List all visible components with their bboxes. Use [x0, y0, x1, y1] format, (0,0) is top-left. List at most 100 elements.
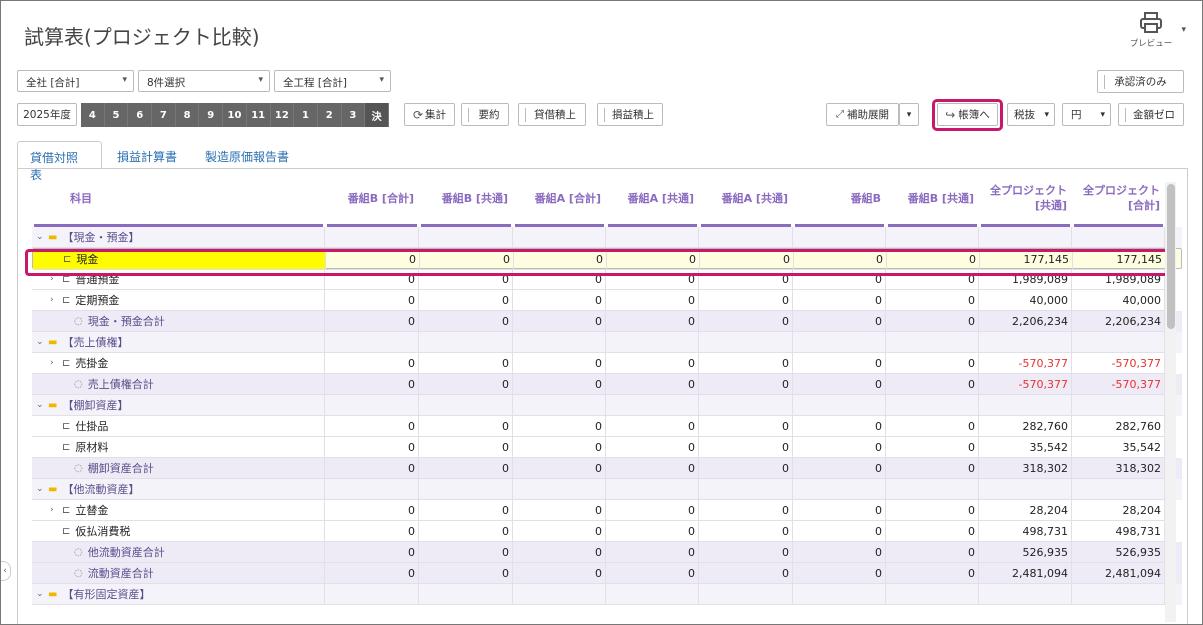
amount-cell[interactable]: 0: [514, 249, 607, 270]
aux-expand-button[interactable]: ⤢ 補助展開: [826, 103, 899, 126]
amount-cell[interactable]: -570,377: [1072, 353, 1165, 374]
amount-cell[interactable]: 0: [699, 563, 793, 584]
amount-cell[interactable]: 526,935: [1072, 542, 1165, 563]
amount-cell[interactable]: 0: [420, 249, 514, 270]
amount-cell[interactable]: 0: [699, 458, 793, 479]
amount-cell[interactable]: 0: [419, 353, 513, 374]
amount-cell[interactable]: 0: [513, 353, 606, 374]
amount-cell[interactable]: [325, 227, 419, 248]
amount-cell[interactable]: 282,760: [1072, 416, 1165, 437]
amount-cell[interactable]: 0: [419, 416, 513, 437]
total-row[interactable]: ◌ 他流動資産合計 0 0 0 0 0 0 0 526,935 526,935: [32, 542, 1182, 563]
amount-cell[interactable]: [325, 584, 419, 605]
amount-cell[interactable]: [793, 395, 886, 416]
chevron-down-icon[interactable]: ⌄: [36, 400, 48, 410]
amount-cell[interactable]: [793, 479, 886, 500]
amount-cell[interactable]: 0: [699, 521, 793, 542]
amount-cell[interactable]: 0: [700, 249, 794, 270]
chevron-down-icon[interactable]: ⌄: [36, 337, 48, 347]
amount-cell[interactable]: [513, 584, 606, 605]
column-header[interactable]: 全プロジェクト [共通]: [979, 169, 1072, 227]
group-row[interactable]: ⌄ ▬ 【棚卸資産】: [32, 395, 1182, 416]
amount-cell[interactable]: 0: [699, 269, 793, 290]
amount-cell[interactable]: 177,145: [1073, 249, 1166, 270]
chevron-right-icon[interactable]: ›: [50, 274, 62, 284]
table-row[interactable]: › ⊏ 売掛金 0 0 0 0 0 0 0 -570,377 -570,377: [32, 353, 1182, 374]
amount-cell[interactable]: 0: [419, 521, 513, 542]
amount-cell[interactable]: 35,542: [1072, 437, 1165, 458]
amount-cell[interactable]: 2,481,094: [979, 563, 1072, 584]
amount-cell[interactable]: 0: [886, 269, 979, 290]
account-cell[interactable]: ⊏ 仕掛品: [32, 416, 325, 437]
amount-cell[interactable]: 0: [699, 353, 793, 374]
amount-cell[interactable]: [979, 479, 1072, 500]
group-row[interactable]: ⌄ ▬ 【他流動資産】: [32, 479, 1182, 500]
table-row[interactable]: ⊏ 現金 0 0 0 0 0 0 0 177,145 177,145: [32, 248, 1182, 270]
amount-cell[interactable]: 0: [325, 437, 419, 458]
fiscal-year-button[interactable]: 2025年度: [17, 103, 77, 126]
amount-cell[interactable]: 0: [793, 353, 886, 374]
amount-cell[interactable]: 0: [419, 500, 513, 521]
amount-cell[interactable]: 0: [886, 521, 979, 542]
amount-cell[interactable]: [886, 332, 979, 353]
account-cell[interactable]: ⌄ ▬ 【棚卸資産】: [32, 395, 325, 416]
column-header[interactable]: 番組B [共通]: [886, 169, 979, 227]
amount-cell[interactable]: [606, 227, 699, 248]
month-5[interactable]: 5: [104, 103, 129, 127]
projects-select[interactable]: 8件選択 ▾: [138, 70, 270, 92]
group-row[interactable]: ⌄ ▬ 【有形固定資産】: [32, 584, 1182, 605]
amount-cell[interactable]: 498,731: [1072, 521, 1165, 542]
month-10[interactable]: 10: [223, 103, 247, 127]
amount-cell[interactable]: 0: [325, 269, 419, 290]
amount-cell[interactable]: [886, 584, 979, 605]
column-header[interactable]: 番組A [合計]: [513, 169, 606, 227]
amount-cell[interactable]: 0: [606, 521, 699, 542]
amount-cell[interactable]: [1072, 395, 1165, 416]
amount-cell[interactable]: [1072, 584, 1165, 605]
tab-balance-sheet[interactable]: 貸借対照表: [17, 141, 102, 182]
table-row[interactable]: ⊏ 原材料 0 0 0 0 0 0 0 35,542 35,542: [32, 437, 1182, 458]
amount-cell[interactable]: [606, 395, 699, 416]
month-8[interactable]: 8: [175, 103, 200, 127]
tab-manufacturing-cost[interactable]: 製造原価報告書: [193, 141, 301, 169]
chevron-down-icon[interactable]: ▾: [1181, 25, 1186, 35]
chevron-right-icon[interactable]: ›: [50, 295, 62, 305]
amount-cell[interactable]: 0: [793, 290, 886, 311]
amount-cell[interactable]: 0: [886, 353, 979, 374]
amount-cell[interactable]: 0: [325, 521, 419, 542]
amount-cell[interactable]: 0: [606, 269, 699, 290]
amount-cell[interactable]: 318,302: [1072, 458, 1165, 479]
amount-cell[interactable]: 0: [325, 458, 419, 479]
amount-cell[interactable]: 1,989,089: [979, 269, 1072, 290]
amount-cell[interactable]: 0: [325, 563, 419, 584]
process-select[interactable]: 全工程 [合計] ▾: [274, 70, 391, 92]
amount-cell[interactable]: 0: [325, 416, 419, 437]
amount-cell[interactable]: [699, 395, 793, 416]
amount-cell[interactable]: 0: [793, 437, 886, 458]
amount-cell[interactable]: 0: [886, 563, 979, 584]
amount-cell[interactable]: [325, 395, 419, 416]
amount-cell[interactable]: 0: [793, 542, 886, 563]
amount-cell[interactable]: 2,206,234: [979, 311, 1072, 332]
account-cell[interactable]: › ⊏ 立替金: [32, 500, 325, 521]
amount-cell[interactable]: 0: [793, 458, 886, 479]
month-6[interactable]: 6: [128, 103, 153, 127]
amount-cell[interactable]: 0: [513, 542, 606, 563]
amount-cell[interactable]: [979, 227, 1072, 248]
table-row[interactable]: › ⊏ 普通預金 0 0 0 0 0 0 0 1,989,089 1,989,089: [32, 269, 1182, 290]
amount-cell[interactable]: 0: [794, 249, 887, 270]
amount-cell[interactable]: 35,542: [979, 437, 1072, 458]
amount-cell[interactable]: 0: [793, 374, 886, 395]
chevron-down-icon[interactable]: ⌄: [36, 484, 48, 494]
chevron-down-icon[interactable]: ⌄: [36, 589, 48, 599]
amount-cell[interactable]: 0: [513, 563, 606, 584]
amount-cell[interactable]: [793, 332, 886, 353]
account-cell[interactable]: ◌ 現金・預金合計: [32, 311, 325, 332]
amount-cell[interactable]: 0: [513, 269, 606, 290]
account-cell[interactable]: ⌄ ▬ 【他流動資産】: [32, 479, 325, 500]
column-header[interactable]: 科目: [32, 169, 325, 227]
table-row[interactable]: ⊏ 仕掛品 0 0 0 0 0 0 0 282,760 282,760: [32, 416, 1182, 437]
amount-cell[interactable]: 28,204: [979, 500, 1072, 521]
amount-cell[interactable]: [419, 479, 513, 500]
amount-cell[interactable]: [513, 332, 606, 353]
